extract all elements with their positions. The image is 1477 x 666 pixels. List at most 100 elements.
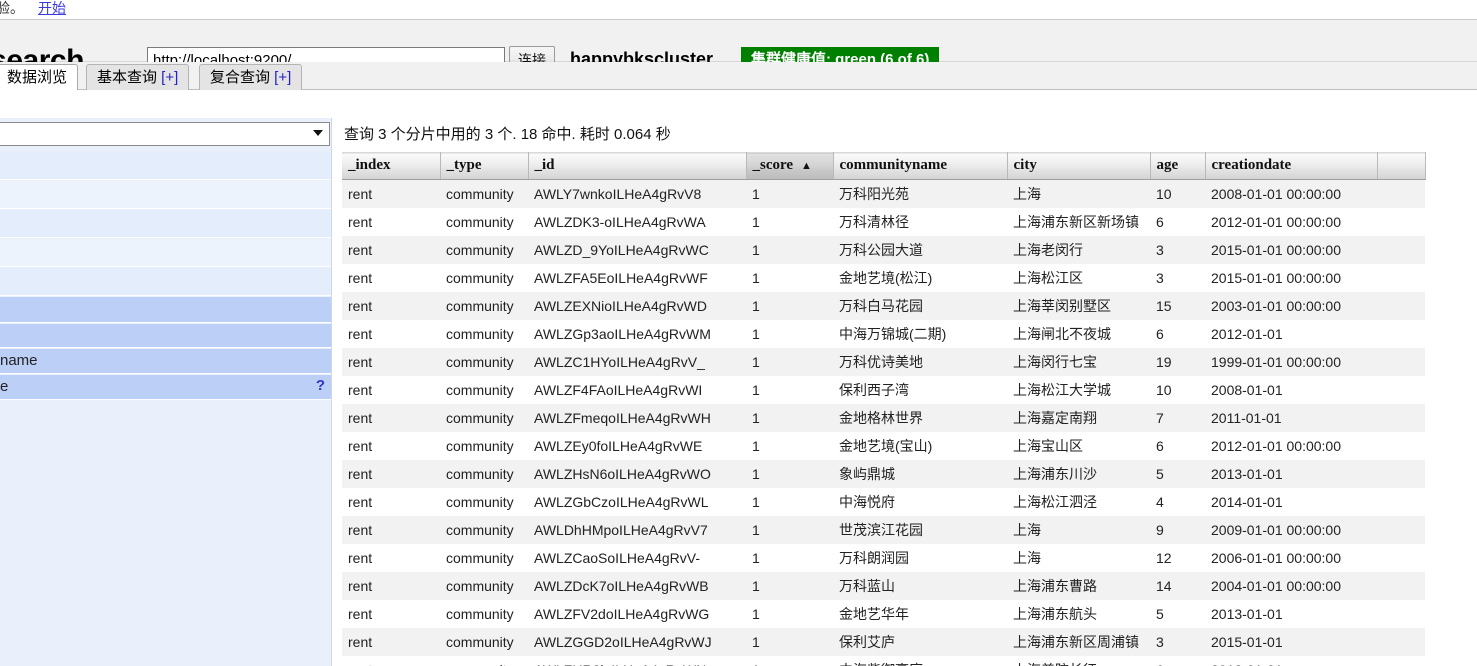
column-header-score[interactable]: _score ▲ [746,152,834,180]
sidebar-field-row[interactable]: name [0,349,331,374]
cell-creationdate: 2015-01-01 [1211,634,1283,650]
cell-blank [1377,320,1425,348]
table-row[interactable]: rent community AWLY7wnkoILHeA4gRvV8 1 万科阳光苑 上… [342,179,1425,209]
column-header-blank[interactable] [1377,152,1426,180]
sidebar-field-row[interactable] [0,268,331,296]
cell-creationdate: 2008-01-01 00:00:00 [1211,186,1341,202]
table-row[interactable]: rent community AWLZGp3aoILHeA4gRvWM 1 中海万锦城(… [342,320,1425,348]
column-label: creationdate [1211,157,1292,173]
start-link[interactable]: 开始 [38,0,66,18]
cell-blank [1377,180,1425,209]
sidebar-field-row[interactable] [0,181,331,209]
cell-index: rent [342,656,440,666]
index-select-dropdown[interactable] [0,122,330,146]
column-header-city[interactable]: city [1007,152,1151,180]
sidebar-panel: name e? [0,118,332,666]
cell-communityname: 金地艺境(宝山) [839,438,933,454]
cell-type: community [446,634,514,650]
help-question-icon[interactable]: ? [316,377,325,394]
elasticsearch-head-app: 验。 开始 csearch 连接 happybkscluster 集群健康值: … [0,0,1477,666]
cell-type: community [446,354,514,370]
column-header-age[interactable]: age [1150,152,1206,180]
column-header-communityname[interactable]: communityname [833,152,1008,180]
column-header-id[interactable]: _id [528,152,747,180]
cell-index: rent [348,354,373,370]
cell-creationdate: 2015-01-01 00:00:00 [1211,242,1341,258]
cell-id: AWLZGGD2oILHeA4gRvWJ [534,634,712,650]
table-row[interactable]: rent community AWLDhHMpoILHeA4gRvV7 1 世茂滨江花园… [342,516,1425,544]
cell-index: rent [348,494,373,510]
table-row[interactable]: rent community AWLZDcK7oILHeA4gRvWB 1 万科蓝山 上海… [342,572,1425,600]
cell-creationdate: 1999-01-01 00:00:00 [1211,354,1341,370]
cell-blank [1377,488,1425,516]
sidebar-field-row[interactable] [0,152,331,180]
cell-blank [1377,292,1425,320]
cell-index: rent [348,186,373,202]
table-row[interactable]: rent community AWLZGGD2oILHeA4gRvWJ 1 保利艾庐 上海… [342,628,1425,656]
sidebar-field-row[interactable] [0,324,331,348]
cell-id: AWLY7wnkoILHeA4gRvV8 [534,186,702,202]
cell-index: rent [348,242,373,258]
cell-age: 10 [1156,186,1172,202]
sidebar-field-label: name [0,352,38,369]
column-label: communityname [839,157,948,173]
cell-id: AWLZGp3aoILHeA4gRvWM [534,326,711,342]
sidebar-field-row[interactable]: e? [0,375,331,400]
cell-age: 12 [1156,550,1172,566]
table-row[interactable]: rent community AWLZF4FAoILHeA4gRvWI 1 保利西子湾 上… [342,376,1425,404]
main-panel: 查询 3 个分片中用的 3 个. 18 命中. 耗时 0.064 秒 _inde… [341,90,1477,666]
sidebar-field-label: e [0,378,9,395]
cell-city: 上海 [1013,186,1041,202]
table-row[interactable]: rent community AWLZHsN6oILHeA4gRvWO 1 象屿鼎城 上海… [342,460,1425,488]
table-row[interactable]: rent community AWLZEy0foILHeA4gRvWE 1 金地艺境(宝… [342,432,1425,460]
table-row[interactable]: rent community AWLZD_9YoILHeA4gRvWC 1 万科公园大道… [342,236,1425,264]
cell-score: 1 [752,578,760,594]
table-header-row: _index _type _id _score ▲ communityname c… [342,152,1426,180]
cell-blank [1377,348,1425,376]
cell-city: 上海宝山区 [1013,438,1083,454]
table-row[interactable]: rent community AWLZC1HYoILHeA4gRvV_ 1 万科优诗美地… [342,348,1425,376]
cell-city: 上海松江大学城 [1013,382,1111,398]
cell-score: 1 [752,494,760,510]
table-row[interactable]: rent community AWLZEXNioILHeA4gRvWD 1 万科白马花园… [342,292,1425,320]
tab-basic-query[interactable]: 基本查询 [+] [86,64,190,90]
cell-age: 3 [1156,634,1164,650]
cell-index: rent [348,522,373,538]
cell-score: 1 [752,382,760,398]
table-row[interactable]: rent community AWLZCaoSoILHeA4gRvV- 1 万科朗润园 上… [342,544,1425,572]
cell-index: rent [348,634,373,650]
cell-city: 上海松江区 [1013,270,1083,286]
sidebar-scroll-gap [332,118,340,666]
table-row[interactable]: rent community AWLZGbCzoILHeA4gRvWL 1 中海悦府 上海… [342,488,1425,516]
column-label: city [1013,157,1037,173]
cell-age: 6 [1156,214,1164,230]
cell-creationdate: 2012-01-01 [1205,656,1377,666]
table-row[interactable]: rentcommunityAWLZHR2loILHeA4gRvWN1中海紫御豪庭… [342,656,1425,666]
table-row[interactable]: rent community AWLZDK3-oILHeA4gRvWA 1 万科清林径 上… [342,208,1425,236]
sidebar-field-row[interactable] [0,210,331,238]
cell-id: AWLZHR2loILHeA4gRvWN [528,656,746,666]
cell-blank [1377,544,1425,572]
column-header-type[interactable]: _type [440,152,529,180]
cell-communityname: 保利西子湾 [839,382,909,398]
table-row[interactable]: rent community AWLZFmeqoILHeA4gRvWH 1 金地格林世界… [342,404,1425,432]
cell-blank [1377,432,1425,460]
column-header-index[interactable]: _index [342,152,441,180]
table-row[interactable]: rent community AWLZFA5EoILHeA4gRvWF 1 金地艺境(松… [342,264,1425,292]
cell-age: 14 [1156,578,1172,594]
cell-city: 上海闸北不夜城 [1013,326,1111,342]
column-label: age [1156,157,1179,173]
cell-score: 1 [752,354,760,370]
tab-composite-query[interactable]: 复合查询 [+] [199,64,303,90]
column-header-creationdate[interactable]: creationdate [1205,152,1378,180]
table-row[interactable]: rent community AWLZFV2doILHeA4gRvWG 1 金地艺华年 上… [342,600,1425,628]
cell-index: rent [348,550,373,566]
sidebar-field-row[interactable] [0,239,331,267]
cell-score: 1 [752,466,760,482]
sidebar-field-row[interactable] [0,297,331,323]
cell-id: AWLZDK3-oILHeA4gRvWA [534,214,706,230]
column-label: _score [752,157,794,173]
cell-id: AWLZHsN6oILHeA4gRvWO [534,466,711,482]
cell-type: community [446,242,514,258]
tab-data-browse[interactable]: 数据浏览 [0,64,79,90]
